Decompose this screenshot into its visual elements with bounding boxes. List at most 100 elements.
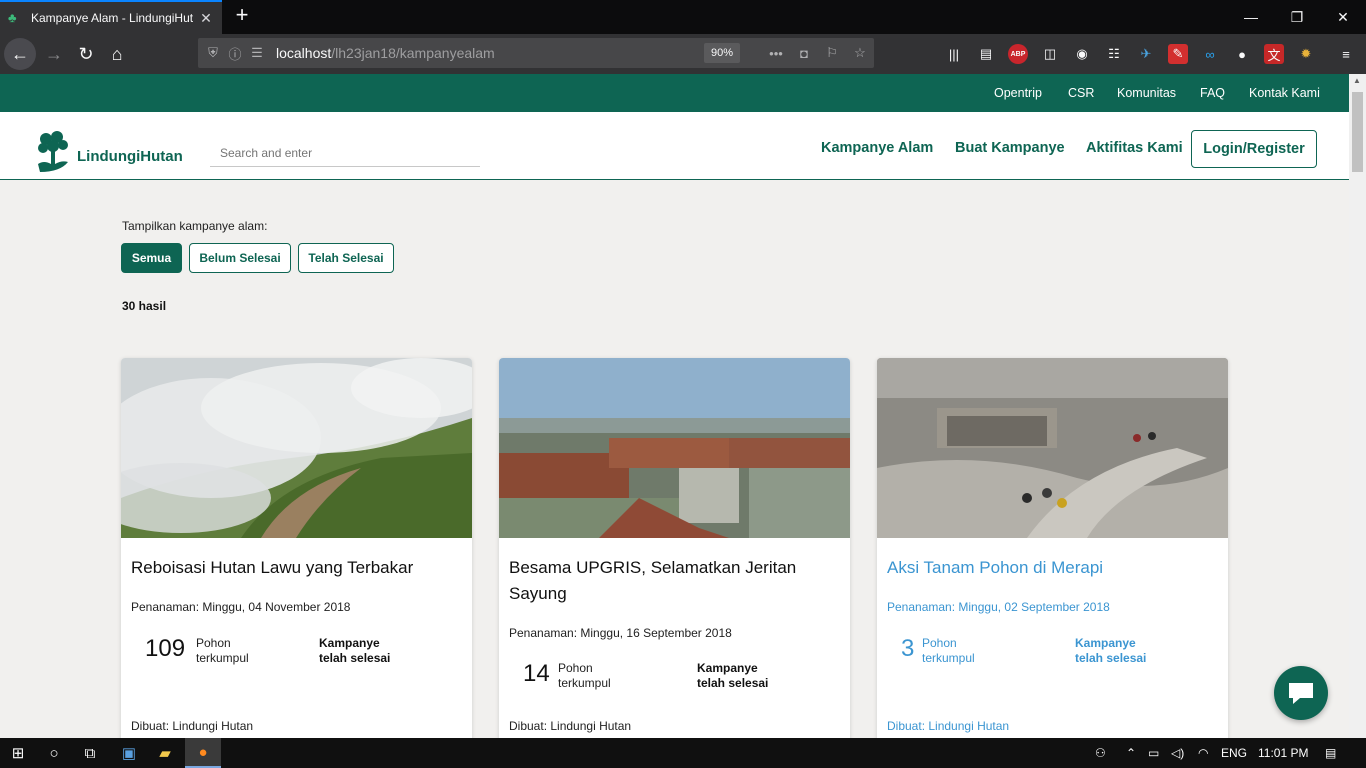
campaign-status-line2: telah selesai [697, 676, 769, 690]
site-header: LindungiHutan Kampanye Alam Buat Kampany… [0, 112, 1349, 180]
filter-all-button[interactable]: Semua [121, 243, 182, 273]
shield-icon[interactable]: ⛨ [202, 45, 224, 61]
toplink-opentrip[interactable]: Opentrip [994, 86, 1042, 100]
clock[interactable]: 11:01 PM [1258, 746, 1308, 760]
list-extension-icon[interactable]: ☷ [1104, 44, 1124, 64]
translate-icon[interactable]: ⚐ [818, 45, 846, 61]
more-actions-icon[interactable]: ••• [762, 46, 790, 61]
filter-unfinished-button[interactable]: Belum Selesai [189, 243, 291, 273]
campaign-status-line2: telah selesai [319, 651, 391, 665]
language-indicator[interactable]: ENG [1221, 746, 1247, 760]
notifications-icon[interactable]: ▤ [1325, 746, 1336, 760]
restore-icon[interactable]: ❐ [1274, 0, 1320, 34]
nav-kampanye-alam[interactable]: Kampanye Alam [821, 140, 933, 156]
account-icon[interactable]: ● [1232, 44, 1252, 64]
tree-count-label-line1: Pohon [922, 636, 957, 650]
campaign-image-merapi-ash[interactable] [877, 358, 1228, 538]
toplink-csr[interactable]: CSR [1068, 86, 1094, 100]
chat-button[interactable] [1274, 666, 1328, 720]
campaign-image-forest-fire[interactable] [121, 358, 472, 538]
planting-date: Penanaman: Minggu, 16 September 2018 [509, 626, 732, 640]
volume-icon[interactable]: ◁) [1171, 746, 1184, 760]
color-wheel-icon[interactable]: ✹ [1296, 44, 1316, 64]
filter-finished-button[interactable]: Telah Selesai [298, 243, 394, 273]
infinity-extension-icon[interactable]: ∞ [1200, 44, 1220, 64]
translate-extension-icon[interactable]: 文 [1264, 44, 1284, 64]
cortana-icon[interactable]: ○ [36, 738, 72, 768]
file-explorer-icon[interactable]: ▰ [147, 738, 183, 768]
page-scrollbar[interactable]: ▲ [1349, 74, 1366, 738]
scrollbar-thumb[interactable] [1352, 92, 1363, 172]
info-icon[interactable]: ⓘ [224, 44, 246, 63]
task-view-icon[interactable]: ⧉ [72, 738, 108, 768]
wifi-icon[interactable]: ◠ [1198, 746, 1208, 760]
permissions-icon[interactable]: ☰ [246, 45, 268, 61]
pc-icon[interactable]: ▣ [111, 738, 147, 768]
pen-extension-icon[interactable]: ✎ [1168, 44, 1188, 64]
forward-icon[interactable]: → [38, 38, 70, 70]
tree-count-label-line2: terkumpul [558, 676, 611, 690]
close-window-icon[interactable]: ✕ [1320, 0, 1366, 34]
tab-title: Kampanye Alam - LindungiHut [31, 11, 194, 25]
bookmark-star-icon[interactable]: ☆ [846, 45, 874, 61]
airplane-extension-icon[interactable]: ✈ [1136, 44, 1156, 64]
close-tab-icon[interactable]: ✕ [198, 10, 214, 27]
tray-expand-icon[interactable]: ⌃ [1126, 746, 1136, 760]
campaign-status-line1: Kampanye [319, 636, 380, 650]
screenshot-icon[interactable]: ◫ [1040, 44, 1060, 64]
people-icon[interactable]: ⚇ [1095, 746, 1106, 760]
toplink-komunitas[interactable]: Komunitas [1117, 86, 1176, 100]
campaign-title[interactable]: Besama UPGRIS, Selamatkan Jeritan Sayung [509, 555, 839, 607]
browser-tab[interactable]: ♣ Kampanye Alam - LindungiHut ✕ [0, 0, 222, 34]
zoom-level[interactable]: 90% [704, 43, 740, 63]
campaign-title[interactable]: Aksi Tanam Pohon di Merapi [887, 555, 1217, 581]
windows-taskbar: ⊞ ○ ⧉ ▣ ▰ ● ⚇ ⌃ ▭ ◁) ◠ ENG 11:01 PM ▤ [0, 738, 1366, 768]
tree-count-label: Pohon terkumpul [196, 636, 276, 666]
scroll-up-icon[interactable]: ▲ [1353, 76, 1361, 85]
reload-icon[interactable]: ↻ [70, 38, 102, 70]
adblock-icon[interactable]: ABP [1008, 44, 1028, 64]
windows-start-icon[interactable]: ⊞ [0, 738, 36, 768]
tree-count-label-line1: Pohon [558, 661, 593, 675]
url-text[interactable]: localhost/lh23jan18/kampanyealam [276, 45, 704, 61]
campaign-title[interactable]: Reboisasi Hutan Lawu yang Terbakar [131, 555, 461, 581]
pocket-icon[interactable]: ◘ [790, 46, 818, 61]
tree-count: 3 [901, 635, 915, 662]
tree-count-label: Pohon terkumpul [922, 636, 1002, 666]
tree-count: 14 [523, 660, 550, 687]
login-register-button[interactable]: Login/Register [1191, 130, 1317, 168]
search-input[interactable] [210, 140, 480, 167]
campaign-image-flooded-village[interactable] [499, 358, 850, 538]
filter-label: Tampilkan kampanye alam: [122, 219, 268, 233]
battery-icon[interactable]: ▭ [1148, 746, 1159, 760]
campaign-status-line2: telah selesai [1075, 651, 1147, 665]
toplink-faq[interactable]: FAQ [1200, 86, 1225, 100]
browser-nav-bar: ← → ↻ ⌂ ⛨ ⓘ ☰ localhost/lh23jan18/kampan… [0, 34, 1366, 74]
reader-view-icon[interactable]: ▤ [976, 44, 996, 64]
tree-logo-icon[interactable] [36, 130, 70, 174]
minimize-icon[interactable]: — [1228, 0, 1274, 34]
campaign-card[interactable]: Aksi Tanam Pohon di Merapi Penanaman: Mi… [877, 358, 1228, 738]
campaign-status: Kampanye telah selesai [697, 661, 797, 691]
web-page: Opentrip CSR Komunitas FAQ Kontak Kami L… [0, 74, 1349, 738]
campaign-card[interactable]: Besama UPGRIS, Selamatkan Jeritan Sayung… [499, 358, 850, 738]
extension-ring-icon[interactable]: ◉ [1072, 44, 1092, 64]
back-icon[interactable]: ← [4, 38, 36, 70]
home-icon[interactable]: ⌂ [101, 38, 133, 70]
chat-bubble-icon [1289, 683, 1313, 704]
menu-icon[interactable]: ≡ [1336, 44, 1356, 64]
brand-name[interactable]: LindungiHutan [77, 148, 183, 165]
nav-aktifitas-kami[interactable]: Aktifitas Kami [1086, 140, 1183, 156]
browser-tab-bar: ♣ Kampanye Alam - LindungiHut ✕ + — ❐ ✕ [0, 0, 1366, 34]
new-tab-icon[interactable]: + [230, 4, 254, 28]
firefox-taskbar-icon[interactable]: ● [185, 738, 221, 768]
url-bar[interactable]: ⛨ ⓘ ☰ localhost/lh23jan18/kampanyealam 9… [198, 38, 874, 68]
toplink-kontak[interactable]: Kontak Kami [1249, 86, 1320, 100]
campaign-card[interactable]: Reboisasi Hutan Lawu yang Terbakar Penan… [121, 358, 472, 738]
library-icon[interactable]: ||| [944, 44, 964, 64]
nav-buat-kampanye[interactable]: Buat Kampanye [955, 140, 1065, 156]
tree-count-label-line2: terkumpul [196, 651, 249, 665]
campaign-creator: Dibuat: Lindungi Hutan [509, 719, 632, 733]
tree-count-label-line1: Pohon [196, 636, 231, 650]
url-host: localhost [276, 45, 332, 61]
